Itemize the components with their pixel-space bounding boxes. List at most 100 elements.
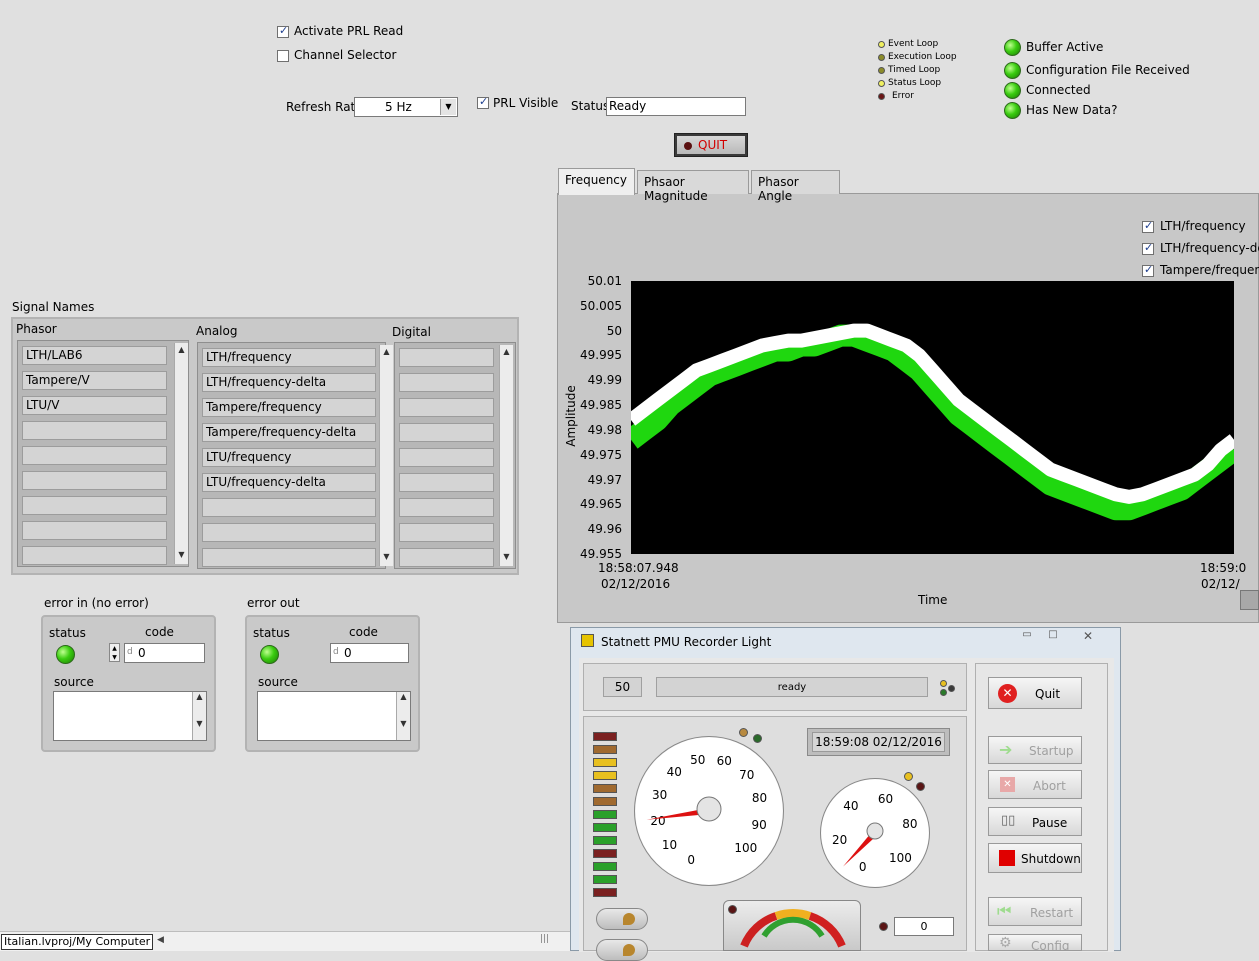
list-item[interactable] — [399, 498, 494, 517]
list-item[interactable] — [22, 546, 167, 565]
tab-phasor-magnitude[interactable]: Phsaor Magnitude — [637, 170, 749, 203]
list-item[interactable]: LTH/frequency — [202, 348, 376, 367]
scroll-left-icon[interactable]: ◀ — [157, 935, 164, 945]
pmu-quit-label: Quit — [1035, 687, 1061, 701]
phasor-list[interactable]: LTH/LAB6 Tampere/V LTU/V ▲ ▼ — [17, 340, 189, 567]
x-tick-start-date: 02/12/2016 — [601, 577, 671, 591]
list-item[interactable] — [202, 523, 376, 542]
refresh-rate-select[interactable]: 5 Hz ▼ — [354, 97, 458, 117]
toggle-button-2[interactable] — [596, 939, 648, 961]
list-item[interactable] — [399, 448, 494, 467]
legend-checkbox-3[interactable] — [1142, 263, 1154, 277]
close-icon[interactable]: ✕ — [1066, 629, 1110, 646]
list-item[interactable] — [399, 398, 494, 417]
error-in-title: error in (no error) — [44, 596, 149, 610]
small-value-led-icon — [879, 922, 888, 931]
stop-square-icon — [999, 850, 1015, 866]
list-item[interactable] — [399, 423, 494, 442]
startup-button[interactable]: ➔ Startup — [988, 736, 1082, 764]
list-item[interactable] — [22, 521, 167, 540]
tab-phasor-angle[interactable]: Phasor Angle — [751, 170, 840, 203]
led-bar-6 — [593, 797, 617, 806]
phasor-header: Phasor — [16, 322, 57, 336]
quit-button[interactable]: QUIT — [674, 133, 748, 157]
error-out-cluster: status code d 0 source ▲ ▼ — [245, 615, 420, 752]
list-item[interactable]: Tampere/frequency-delta — [202, 423, 376, 442]
error-in-code-field[interactable]: d 0 — [124, 643, 205, 663]
quit-led-icon — [684, 142, 692, 150]
y-axis-label: Amplitude — [563, 385, 578, 447]
phasor-scrollbar[interactable]: ▲ ▼ — [174, 343, 188, 564]
list-item[interactable] — [399, 473, 494, 492]
chevron-down-icon[interactable]: ▼ — [440, 99, 456, 115]
error-out-source-scrollbar[interactable]: ▲ ▼ — [396, 692, 410, 740]
led-bar-10 — [593, 849, 617, 858]
y-tick-label: 50.01 — [587, 274, 622, 288]
project-path[interactable]: Italian.lvproj/My Computer — [1, 934, 154, 950]
list-item[interactable] — [202, 498, 376, 517]
maximize-icon[interactable]: □ — [1040, 629, 1066, 646]
abort-button[interactable]: ✕ Abort — [988, 770, 1082, 799]
x-axis-label: Time — [918, 593, 948, 607]
list-item[interactable]: LTU/frequency — [202, 448, 376, 467]
digital-list[interactable]: ▲ ▼ — [394, 342, 516, 569]
status-led-green-icon — [940, 689, 947, 696]
graph-palette-button[interactable] — [1240, 590, 1259, 610]
list-item[interactable] — [399, 348, 494, 367]
bottom-statusbar: Italian.lvproj/My Computer ◀ ||| — [0, 931, 570, 951]
list-item[interactable] — [202, 548, 376, 567]
pmu-status-field: ready — [656, 677, 928, 697]
list-item[interactable]: LTH/LAB6 — [22, 346, 167, 365]
list-item[interactable] — [22, 446, 167, 465]
restart-button[interactable]: ⏮ Restart — [988, 897, 1082, 926]
list-item[interactable] — [22, 471, 167, 490]
list-item[interactable] — [22, 496, 167, 515]
analog-list[interactable]: LTH/frequency LTH/frequency-delta Tamper… — [197, 342, 393, 569]
error-led-icon — [878, 93, 885, 100]
list-item[interactable] — [399, 548, 494, 567]
list-item[interactable] — [399, 523, 494, 542]
shutdown-button[interactable]: Shutdown — [988, 843, 1082, 873]
list-item[interactable]: Tampere/frequency — [202, 398, 376, 417]
list-item[interactable] — [22, 421, 167, 440]
frequency-plot[interactable] — [631, 281, 1234, 554]
timed-loop-led-icon — [878, 67, 885, 74]
pmu-quit-button[interactable]: ✕ Quit — [988, 677, 1082, 709]
list-item[interactable] — [399, 373, 494, 392]
gauge-large-needle — [646, 796, 722, 822]
sample-count-field: 50 — [603, 677, 642, 697]
y-tick-label: 49.975 — [580, 447, 622, 462]
legend-checkbox-1[interactable] — [1142, 219, 1154, 233]
error-in-code-stepper[interactable]: ▲ ▼ — [109, 643, 120, 662]
y-tick-label: 50.005 — [580, 298, 622, 313]
y-tick-label: 49.965 — [580, 497, 622, 512]
signal-names-panel: Phasor Analog Digital LTH/LAB6 Tampere/V… — [11, 317, 519, 575]
pause-button[interactable]: ▯▯ Pause — [988, 807, 1082, 836]
led-bar-9 — [593, 836, 617, 845]
toggle-button-1[interactable] — [596, 908, 648, 930]
restart-label: Restart — [1030, 906, 1074, 920]
list-item[interactable]: LTU/frequency-delta — [202, 473, 376, 492]
list-item[interactable]: LTH/frequency-delta — [202, 373, 376, 392]
scroll-thumb-grip-icon[interactable]: ||| — [540, 934, 549, 944]
list-item[interactable]: LTU/V — [22, 396, 167, 415]
error-in-cluster: status code ▲ ▼ d 0 source ▲ ▼ — [41, 615, 216, 752]
y-tick-label: 49.955 — [580, 547, 622, 561]
analog-scrollbar[interactable]: ▲ ▼ — [379, 345, 393, 566]
error-in-source-field[interactable]: ▲ ▼ — [53, 691, 207, 741]
status-led-yellow-icon — [940, 680, 947, 687]
config-button[interactable]: ⚙ Config — [988, 934, 1082, 951]
tab-frequency[interactable]: Frequency — [558, 168, 635, 195]
abort-label: Abort — [1033, 779, 1066, 793]
error-in-source-scrollbar[interactable]: ▲ ▼ — [192, 692, 206, 740]
activate-prl-read-checkbox[interactable] — [277, 24, 289, 38]
error-out-title: error out — [247, 596, 300, 610]
legend-checkbox-2[interactable] — [1142, 241, 1154, 255]
error-out-status-led-icon — [260, 645, 279, 664]
minimize-icon[interactable]: ▭ — [1014, 629, 1040, 646]
digital-scrollbar[interactable]: ▲ ▼ — [499, 345, 513, 566]
list-item[interactable]: Tampere/V — [22, 371, 167, 390]
datetime-value: 18:59:08 02/12/2016 — [812, 732, 945, 752]
channel-selector-checkbox[interactable] — [277, 50, 289, 62]
prl-visible-checkbox[interactable] — [477, 95, 489, 109]
